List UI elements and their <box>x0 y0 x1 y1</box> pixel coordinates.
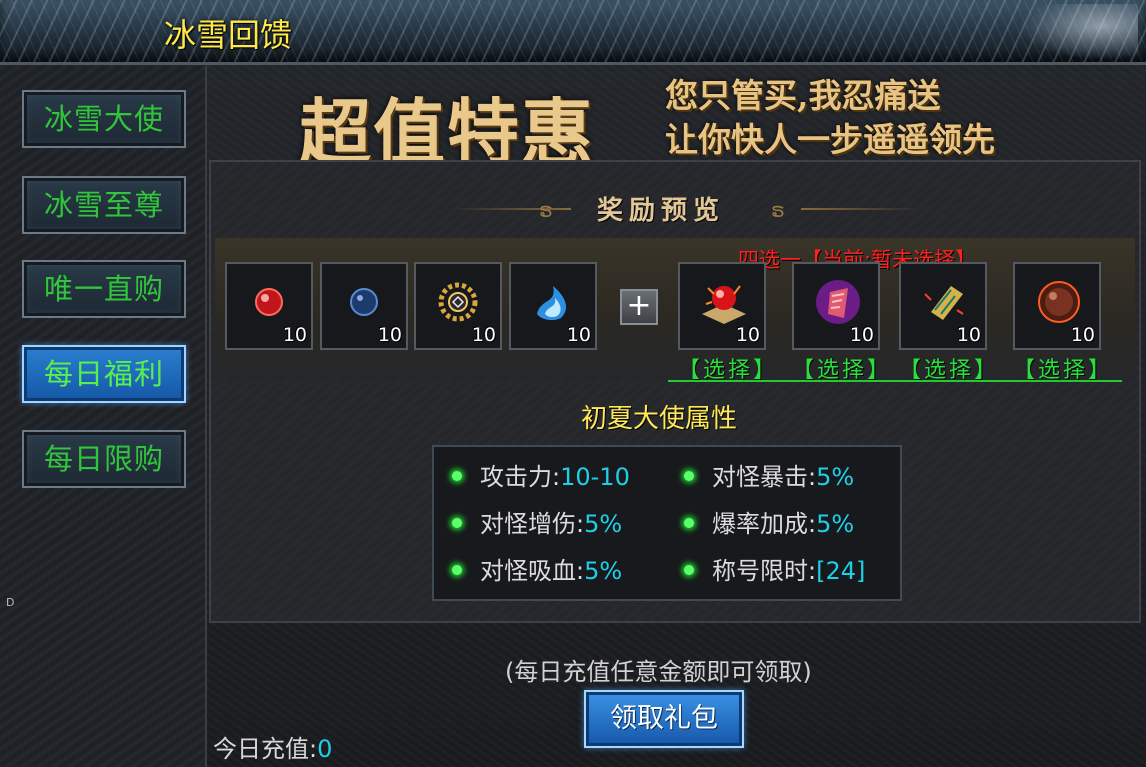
item-count: 10 <box>471 324 496 346</box>
choice-slot[interactable]: 10 <box>899 262 987 350</box>
recharge-label: 今日充值: <box>213 735 318 763</box>
select-underline <box>668 380 1122 382</box>
main-content: 超值特惠 您只管买,我忍痛送 让你快人一步遥遥领先 ຣ 奖励预览 ຣ 四选一【当… <box>207 66 1146 767</box>
recharge-value: 0 <box>317 735 333 763</box>
stat-label: 称号限时: <box>712 557 817 585</box>
stat-value: 5% <box>584 557 623 585</box>
stat-damage-bonus: 对怪增伤:5% <box>452 504 622 539</box>
banner-slogan-line1: 您只管买,我忍痛送 <box>665 76 941 115</box>
stat-drop-rate: 爆率加成:5% <box>684 504 854 539</box>
stat-label: 对怪吸血: <box>480 557 585 585</box>
reward-slot[interactable]: 10 <box>320 262 408 350</box>
item-count: 10 <box>566 324 591 346</box>
stat-label: 对怪增伤: <box>480 510 585 538</box>
item-count: 10 <box>282 324 307 346</box>
sidebar-item-direct-buy[interactable]: 唯一直购 <box>22 260 186 318</box>
reward-slot[interactable]: 10 <box>225 262 313 350</box>
stat-label: 攻击力: <box>480 463 561 491</box>
gold-scroll-icon <box>924 286 964 320</box>
banner-slogan: 您只管买,我忍痛送 让你快人一步遥遥领先 <box>665 74 995 162</box>
item-count: 10 <box>849 324 874 346</box>
bullet-icon <box>452 471 462 481</box>
bullet-icon <box>452 565 462 575</box>
fire-orb-book-icon <box>702 285 746 324</box>
reward-preview-title: 奖励预览 <box>597 196 726 226</box>
header-divider-right <box>801 208 921 210</box>
blue-flame-icon <box>537 286 567 321</box>
dark-orb-icon <box>1038 281 1080 323</box>
sidebar-item-ice-supreme[interactable]: 冰雪至尊 <box>22 176 186 234</box>
sidebar-item-ice-envoy[interactable]: 冰雪大使 <box>22 90 186 148</box>
swirl-ornament-icon: ຣ <box>771 198 785 222</box>
stat-lifesteal: 对怪吸血:5% <box>452 551 622 586</box>
today-recharge: 今日充值:0 <box>213 729 332 764</box>
choice-slot[interactable]: 10 <box>792 262 880 350</box>
stat-label: 对怪暴击: <box>712 463 817 491</box>
bullet-icon <box>452 518 462 528</box>
item-count: 10 <box>735 324 760 346</box>
title-bar: 冰雪回馈 <box>0 0 1146 65</box>
stat-crit: 对怪暴击:5% <box>684 457 854 492</box>
wing-ornament-icon <box>1018 4 1138 60</box>
banner-slogan-line2: 让你快人一步遥遥领先 <box>665 120 995 159</box>
reward-slot[interactable]: 10 <box>414 262 502 350</box>
plus-icon: + <box>620 289 658 325</box>
window-title: 冰雪回馈 <box>164 16 293 54</box>
stat-label: 爆率加成: <box>712 510 817 538</box>
item-count: 10 <box>956 324 981 346</box>
choice-slot[interactable]: 10 <box>1013 262 1101 350</box>
choice-slot[interactable]: 10 <box>678 262 766 350</box>
sidebar: 冰雪大使 冰雪至尊 唯一直购 每日福利 每日限购 D <box>0 66 207 767</box>
purple-scroll-icon <box>816 280 860 324</box>
bullet-icon <box>684 565 694 575</box>
swirl-ornament-icon: ຣ <box>539 198 553 222</box>
bullet-icon <box>684 518 694 528</box>
stat-value: 10-10 <box>560 463 630 491</box>
side-marker: D <box>6 596 15 609</box>
red-orb-icon <box>255 288 283 316</box>
stats-box: 攻击力:10-10 对怪暴击:5% 对怪增伤:5% 爆率加成:5% 对怪吸血:5… <box>432 445 902 601</box>
item-count: 10 <box>377 324 402 346</box>
claim-condition-note: (每日充值任意金额即可领取) <box>505 658 812 686</box>
stat-value: 5% <box>816 510 855 538</box>
reward-header: ຣ 奖励预览 ຣ <box>211 164 1139 230</box>
attribute-title: 初夏大使属性 <box>581 404 738 434</box>
stat-value: 5% <box>584 510 623 538</box>
claim-gift-button[interactable]: 领取礼包 <box>584 690 744 748</box>
bullet-icon <box>684 471 694 481</box>
sidebar-item-daily-limited[interactable]: 每日限购 <box>22 430 186 488</box>
blue-orb-icon <box>350 288 378 316</box>
stat-value: [24] <box>816 557 866 585</box>
stat-attack: 攻击力:10-10 <box>452 457 630 492</box>
golden-emblem-icon <box>438 282 478 322</box>
stat-value: 5% <box>816 463 855 491</box>
header-divider-left <box>451 208 571 210</box>
reward-slot[interactable]: 10 <box>509 262 597 350</box>
reward-panel: ຣ 奖励预览 ຣ 四选一【当前:暂未选择】 10 10 10 10 + 10 1… <box>209 160 1141 623</box>
reward-item-row: 四选一【当前:暂未选择】 10 10 10 10 + 10 10 10 10 【… <box>215 238 1135 383</box>
stat-title-duration: 称号限时:[24] <box>684 551 865 586</box>
sidebar-item-daily-welfare[interactable]: 每日福利 <box>22 345 186 403</box>
item-count: 10 <box>1070 324 1095 346</box>
